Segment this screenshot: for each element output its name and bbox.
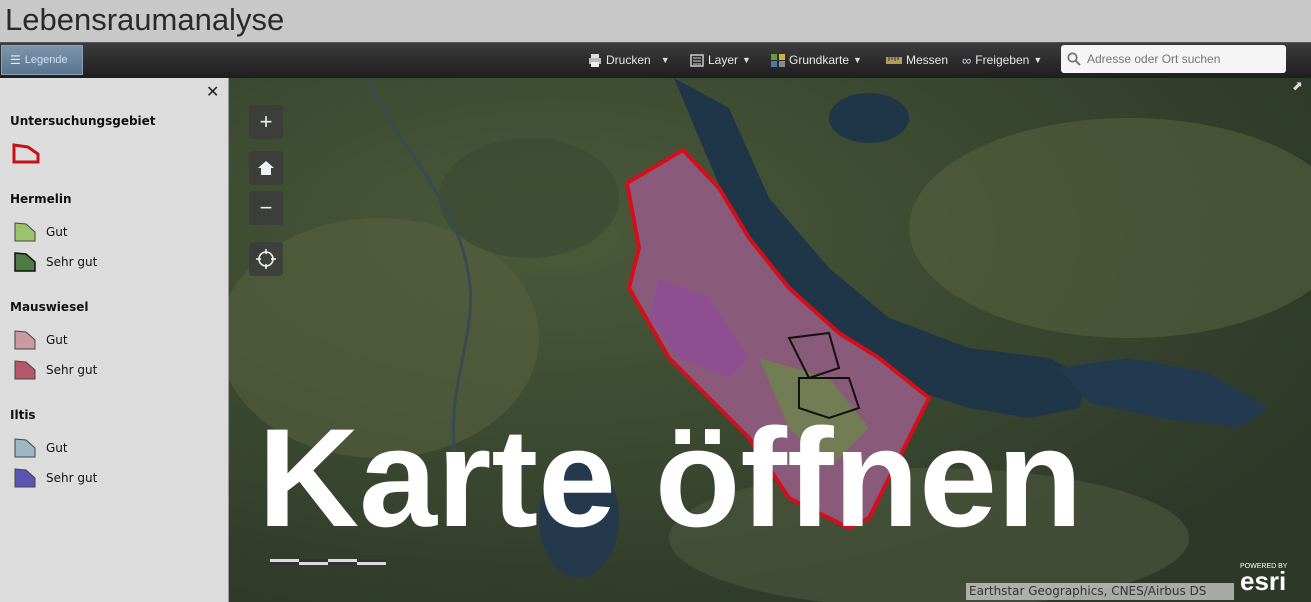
legend-item-label: Sehr gut bbox=[46, 255, 98, 269]
share-label: Freigeben bbox=[975, 53, 1030, 67]
legend-item-label: Gut bbox=[46, 441, 68, 455]
title-bar: Lebensraumanalyse bbox=[0, 0, 1311, 42]
legend-item: Gut bbox=[14, 222, 68, 242]
scale-bar bbox=[270, 559, 386, 565]
legend-button-label: Legende bbox=[24, 54, 68, 66]
layers-icon bbox=[690, 53, 704, 67]
link-icon: ∞ bbox=[962, 52, 972, 68]
legend-item-label: Sehr gut bbox=[46, 471, 98, 485]
search-box[interactable] bbox=[1061, 45, 1286, 73]
zoom-out-button[interactable]: − bbox=[249, 191, 283, 225]
zoom-in-button[interactable]: + bbox=[249, 105, 283, 139]
legend-item-label: Sehr gut bbox=[46, 363, 98, 377]
close-icon[interactable]: ✕ bbox=[206, 82, 219, 102]
legend-section-title: Mauswiesel bbox=[10, 300, 89, 314]
legend-item-label: Gut bbox=[46, 225, 68, 239]
measure-button[interactable]: Messen bbox=[886, 43, 948, 77]
toolbar: ☰ Legende Drucken ▼ Layer ▼ Grundkarte ▼… bbox=[0, 42, 1311, 78]
polygon-swatch bbox=[14, 222, 36, 242]
polygon-swatch bbox=[14, 360, 36, 380]
home-icon bbox=[258, 161, 274, 175]
polygon-swatch bbox=[14, 330, 36, 350]
share-button[interactable]: ∞ Freigeben ▼ bbox=[962, 43, 1042, 77]
crosshair-icon bbox=[256, 249, 276, 269]
esri-logo: POWERED BY esri bbox=[1240, 563, 1287, 596]
esri-wordmark: esri bbox=[1240, 566, 1287, 596]
legend-item: Sehr gut bbox=[14, 252, 97, 272]
open-map-overlay[interactable]: Karte öffnen bbox=[258, 408, 1082, 548]
expand-icon[interactable]: ⬈ bbox=[1292, 78, 1303, 94]
home-button[interactable] bbox=[249, 151, 283, 185]
legend-section-title: Untersuchungsgebiet bbox=[10, 114, 156, 128]
legend-item: Sehr gut bbox=[14, 360, 97, 380]
legend-button[interactable]: ☰ Legende bbox=[1, 45, 83, 75]
legend-item: Gut bbox=[14, 438, 68, 458]
legend-section-title: Hermelin bbox=[10, 192, 72, 206]
locate-button[interactable] bbox=[249, 242, 283, 276]
polygon-swatch bbox=[14, 252, 36, 272]
basemap-button[interactable]: Grundkarte ▼ bbox=[771, 43, 862, 77]
layer-label: Layer bbox=[708, 53, 739, 67]
chevron-down-icon: ▼ bbox=[1033, 55, 1043, 65]
print-button[interactable]: Drucken ▼ bbox=[588, 43, 670, 77]
chevron-down-icon: ▼ bbox=[742, 55, 751, 65]
measure-label: Messen bbox=[906, 53, 949, 67]
chevron-down-icon: ▼ bbox=[660, 55, 670, 65]
app-title: Lebensraumanalyse bbox=[5, 2, 285, 37]
basemap-label: Grundkarte bbox=[789, 53, 850, 67]
map-attribution: Earthstar Geographics, CNES/Airbus DS bbox=[966, 583, 1234, 600]
legend-item: Gut bbox=[14, 330, 68, 350]
legend-section-title: Iltis bbox=[10, 408, 36, 422]
list-icon: ☰ bbox=[10, 53, 21, 67]
legend-item-label: Gut bbox=[46, 333, 68, 347]
study-area-symbol bbox=[12, 143, 40, 164]
search-input[interactable] bbox=[1087, 52, 1277, 66]
legend-item: Sehr gut bbox=[14, 468, 97, 488]
search-icon bbox=[1067, 52, 1081, 66]
layer-button[interactable]: Layer ▼ bbox=[690, 43, 751, 77]
legend-panel: ✕ Untersuchungsgebiet Hermelin Gut Sehr … bbox=[0, 78, 229, 602]
chevron-down-icon: ▼ bbox=[853, 55, 862, 65]
polygon-swatch bbox=[14, 468, 36, 488]
basemap-grid-icon bbox=[771, 53, 785, 67]
print-label: Drucken bbox=[606, 53, 651, 67]
ruler-icon bbox=[886, 56, 902, 64]
printer-icon bbox=[589, 53, 601, 67]
polygon-swatch bbox=[14, 438, 36, 458]
